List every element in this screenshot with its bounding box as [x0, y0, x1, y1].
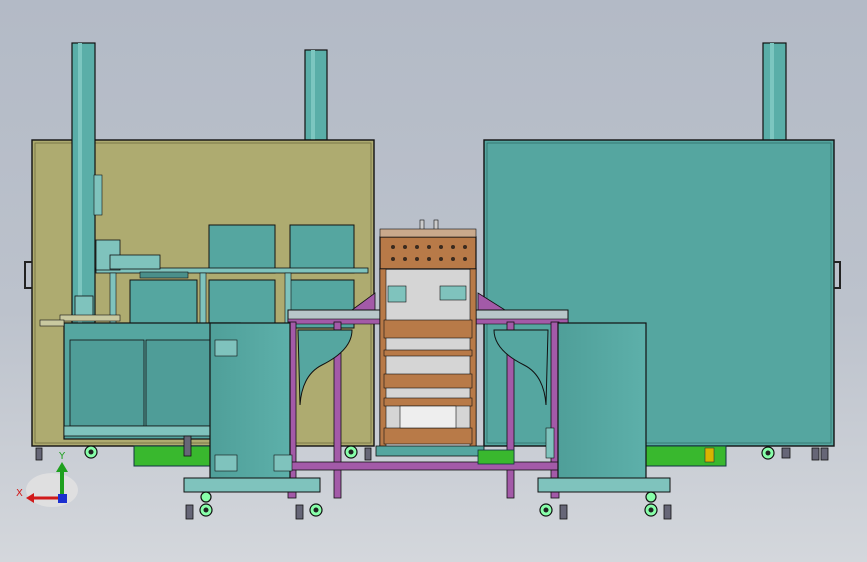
right-enclosure	[483, 42, 841, 467]
right-handle	[834, 261, 841, 289]
axis-triad: X Y	[16, 451, 78, 507]
z-axis-marker	[58, 494, 67, 503]
left-handle	[24, 261, 32, 289]
y-axis-label: Y	[58, 451, 66, 462]
right-casters	[761, 446, 829, 461]
control-cabinet-top	[379, 236, 477, 270]
cad-viewport[interactable]: X Y	[0, 0, 867, 562]
machine-assembly-drawing[interactable]: X Y	[0, 0, 867, 562]
left-exhaust-pipe-right	[304, 49, 328, 141]
right-exhaust-pipe	[762, 42, 787, 142]
left-enclosure	[24, 42, 375, 467]
right-front-cabinet	[557, 322, 647, 484]
central-casters	[199, 491, 658, 517]
right-enclosure-panel	[483, 139, 835, 447]
x-axis-label: X	[16, 488, 23, 499]
left-exhaust-pipe-tall	[71, 42, 96, 324]
